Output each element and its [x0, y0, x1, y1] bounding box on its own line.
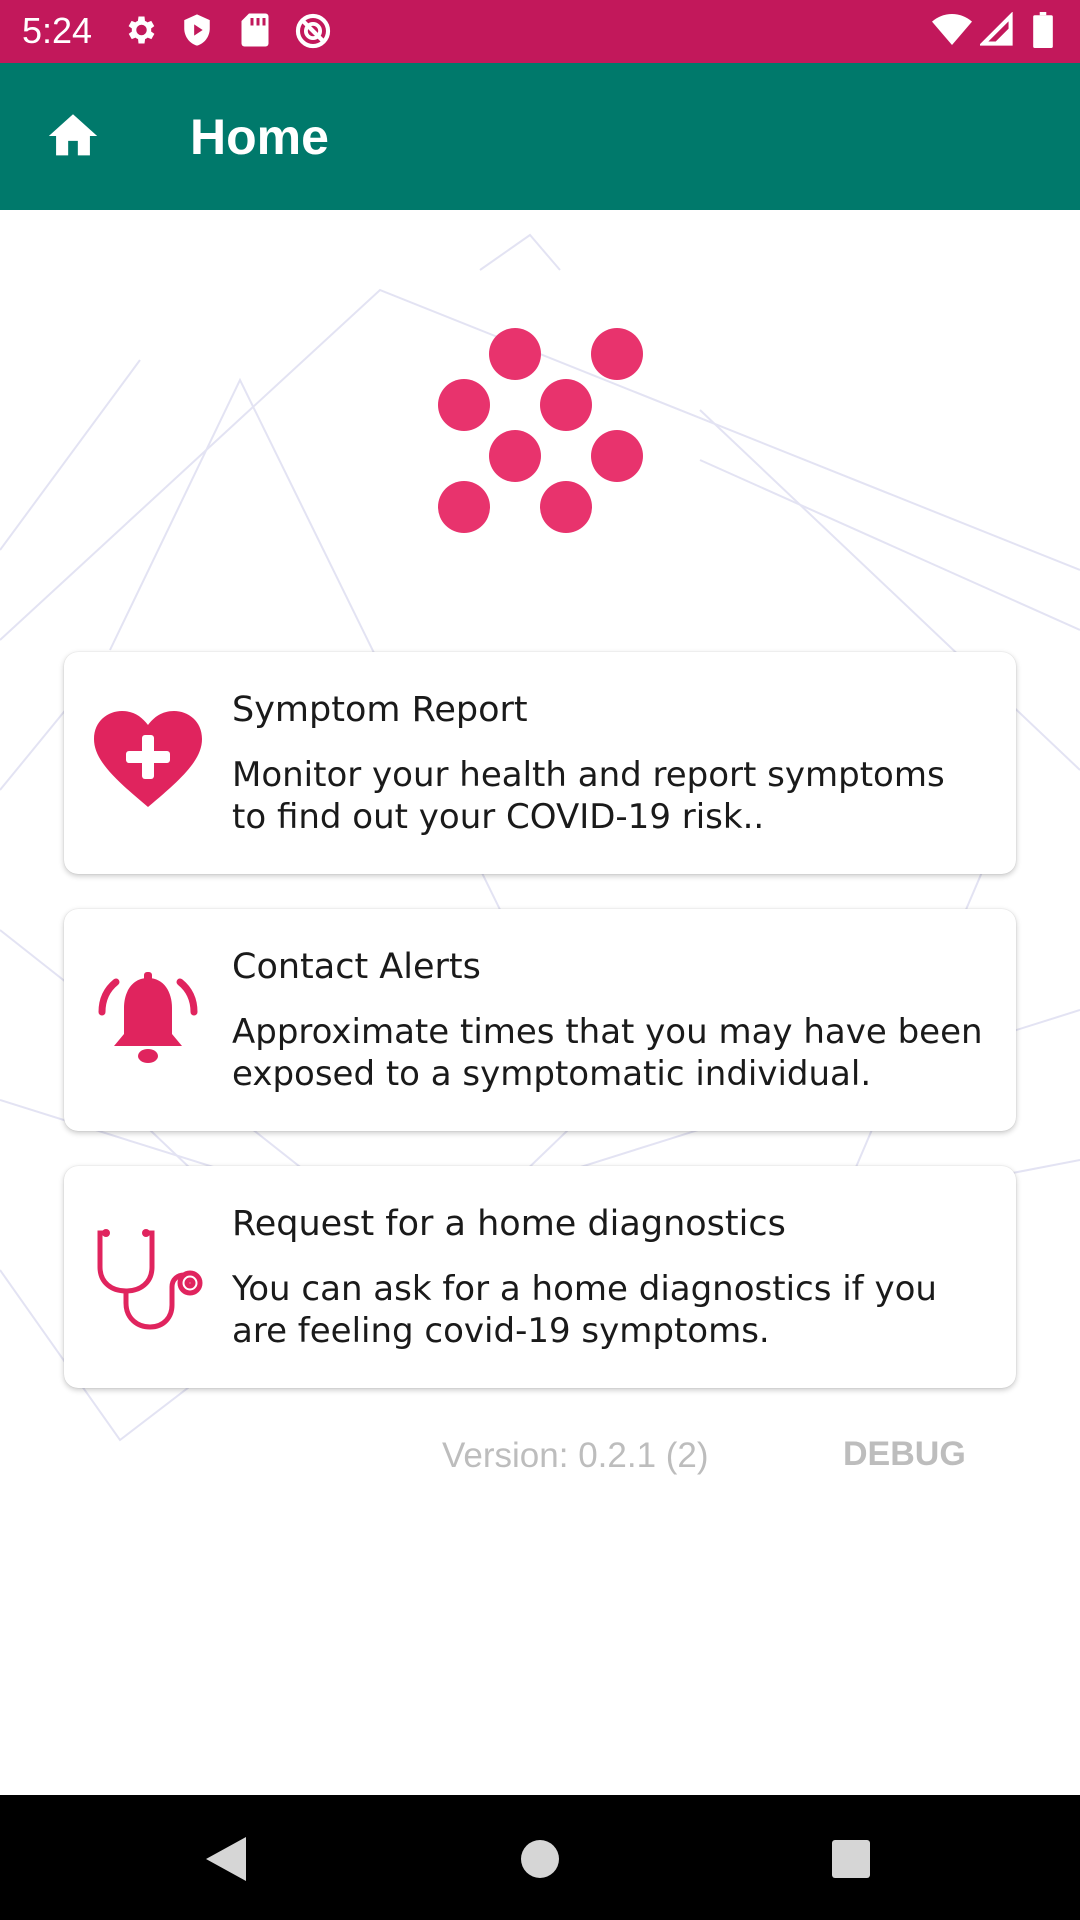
- card-description: Approximate times that you may have been…: [232, 1012, 983, 1094]
- card-title: Request for a home diagnostics: [232, 1204, 786, 1244]
- home-screen: 5:24 Home Symptom Report Monitor your he…: [0, 0, 1080, 1920]
- card-title: Symptom Report: [232, 690, 528, 730]
- back-icon[interactable]: [204, 1835, 248, 1883]
- home-icon[interactable]: [44, 107, 102, 165]
- stethoscope-icon: [97, 1229, 203, 1330]
- gear-icon: [128, 16, 155, 44]
- home-circle-icon[interactable]: [520, 1839, 560, 1879]
- no-sync-icon: [295, 13, 331, 49]
- status-time: 5:24: [22, 10, 93, 51]
- cell-signal-icon: [980, 12, 1013, 46]
- status-bar: 5:24: [0, 0, 1080, 63]
- heart-plus-icon: [94, 711, 202, 807]
- recents-icon[interactable]: [831, 1839, 871, 1879]
- version-label: Version: 0.2.1 (2): [442, 1436, 709, 1475]
- sd-card-icon: [241, 13, 269, 47]
- status-system-icons: [932, 12, 1062, 52]
- battery-icon: [1033, 12, 1053, 48]
- card-description: You can ask for a home diagnostics if yo…: [232, 1269, 937, 1351]
- home-diagnostics-card[interactable]: Request for a home diagnostics You can a…: [64, 1166, 1016, 1388]
- card-description: Monitor your health and report symptoms …: [232, 755, 945, 837]
- dots-logo-icon: [438, 328, 643, 533]
- wifi-icon: [932, 14, 972, 45]
- contact-alerts-card[interactable]: Contact Alerts Approximate times that yo…: [64, 909, 1016, 1131]
- symptom-report-card[interactable]: Symptom Report Monitor your health and r…: [64, 652, 1016, 874]
- debug-button[interactable]: DEBUG: [843, 1432, 966, 1476]
- app-bar: Home: [0, 63, 1080, 210]
- page-title: Home: [190, 109, 329, 165]
- card-title: Contact Alerts: [232, 947, 481, 987]
- shield-play-icon: [184, 14, 210, 46]
- bell-alert-icon: [98, 972, 198, 1063]
- system-nav-bar: [0, 1795, 1080, 1920]
